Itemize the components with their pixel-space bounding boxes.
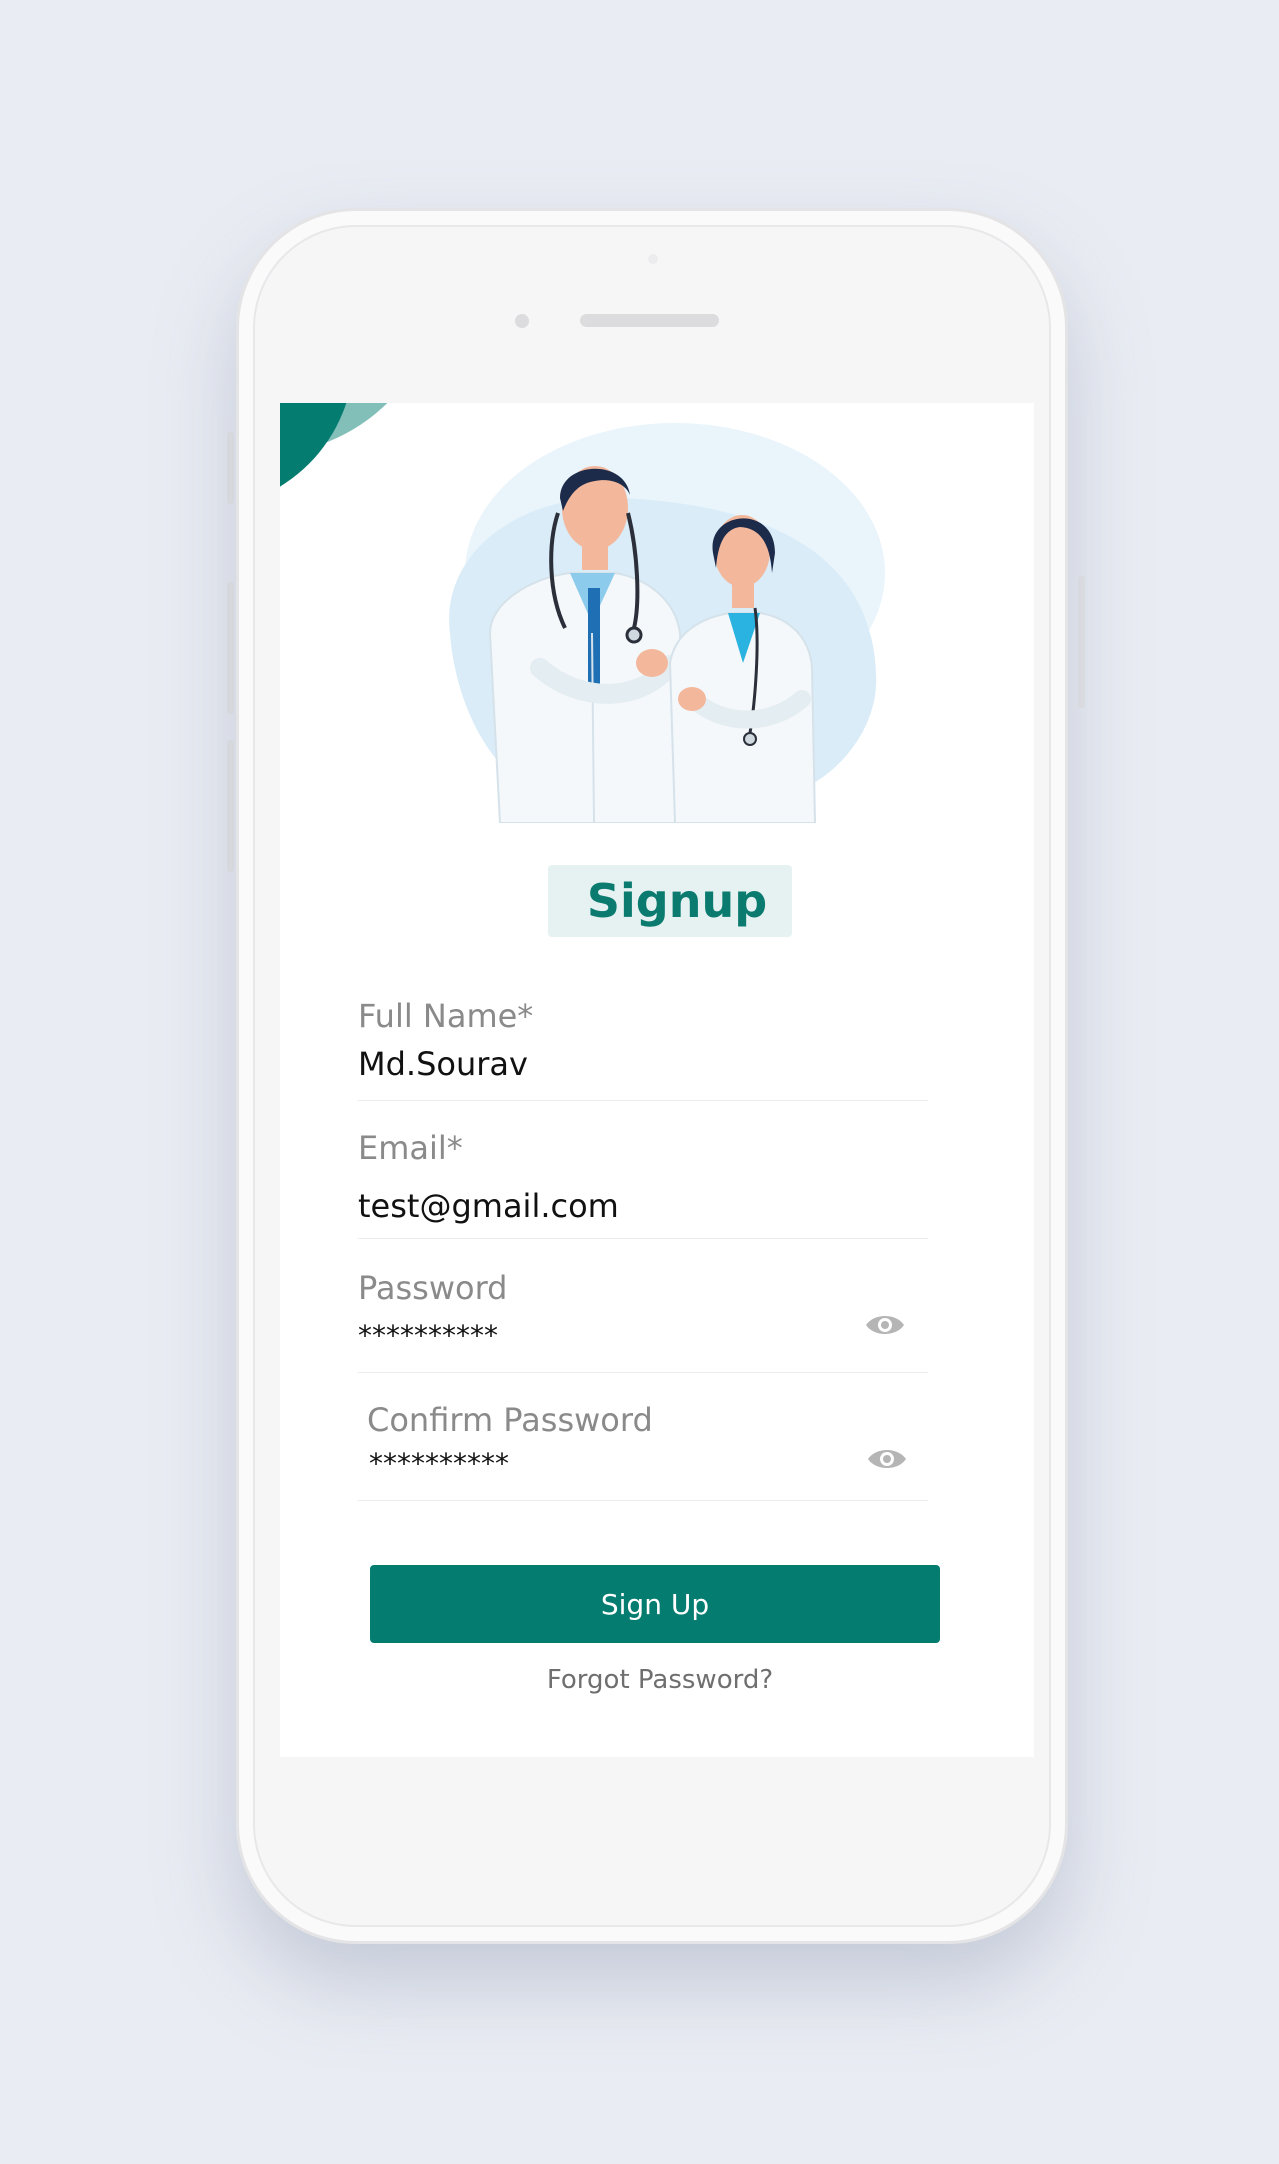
forgot-password-link[interactable]: Forgot Password? bbox=[370, 1665, 950, 1695]
password-field[interactable]: Password ********** bbox=[358, 1263, 928, 1373]
email-input[interactable]: test@gmail.com bbox=[358, 1187, 619, 1225]
earpiece-speaker bbox=[580, 314, 719, 327]
confirm-password-label: Confirm Password bbox=[367, 1401, 653, 1439]
phone-mute-switch bbox=[227, 432, 234, 504]
confirm-password-input[interactable]: ********** bbox=[369, 1447, 509, 1480]
phone-volume-down-button bbox=[227, 740, 234, 872]
full-name-label: Full Name* bbox=[358, 997, 534, 1035]
full-name-field[interactable]: Full Name* Md.Sourav bbox=[358, 993, 928, 1101]
full-name-input[interactable]: Md.Sourav bbox=[358, 1045, 528, 1083]
eye-icon[interactable] bbox=[866, 1445, 908, 1473]
eye-icon[interactable] bbox=[864, 1311, 906, 1339]
title-badge: Signup bbox=[548, 865, 792, 937]
proximity-sensor bbox=[648, 254, 658, 264]
phone-volume-up-button bbox=[227, 582, 234, 714]
email-field[interactable]: Email* test@gmail.com bbox=[358, 1121, 928, 1239]
confirm-password-field[interactable]: Confirm Password ********** bbox=[358, 1393, 928, 1501]
front-camera bbox=[515, 314, 529, 328]
password-label: Password bbox=[358, 1269, 508, 1307]
signup-screen: Signup Full Name* Md.Sourav Email* test@… bbox=[280, 403, 1034, 1757]
phone-power-button bbox=[1078, 576, 1085, 708]
sign-up-button[interactable]: Sign Up bbox=[370, 1565, 940, 1643]
page-title: Signup bbox=[586, 874, 768, 928]
doctors-illustration bbox=[449, 423, 885, 823]
email-label: Email* bbox=[358, 1129, 463, 1167]
password-input[interactable]: ********** bbox=[358, 1319, 498, 1352]
